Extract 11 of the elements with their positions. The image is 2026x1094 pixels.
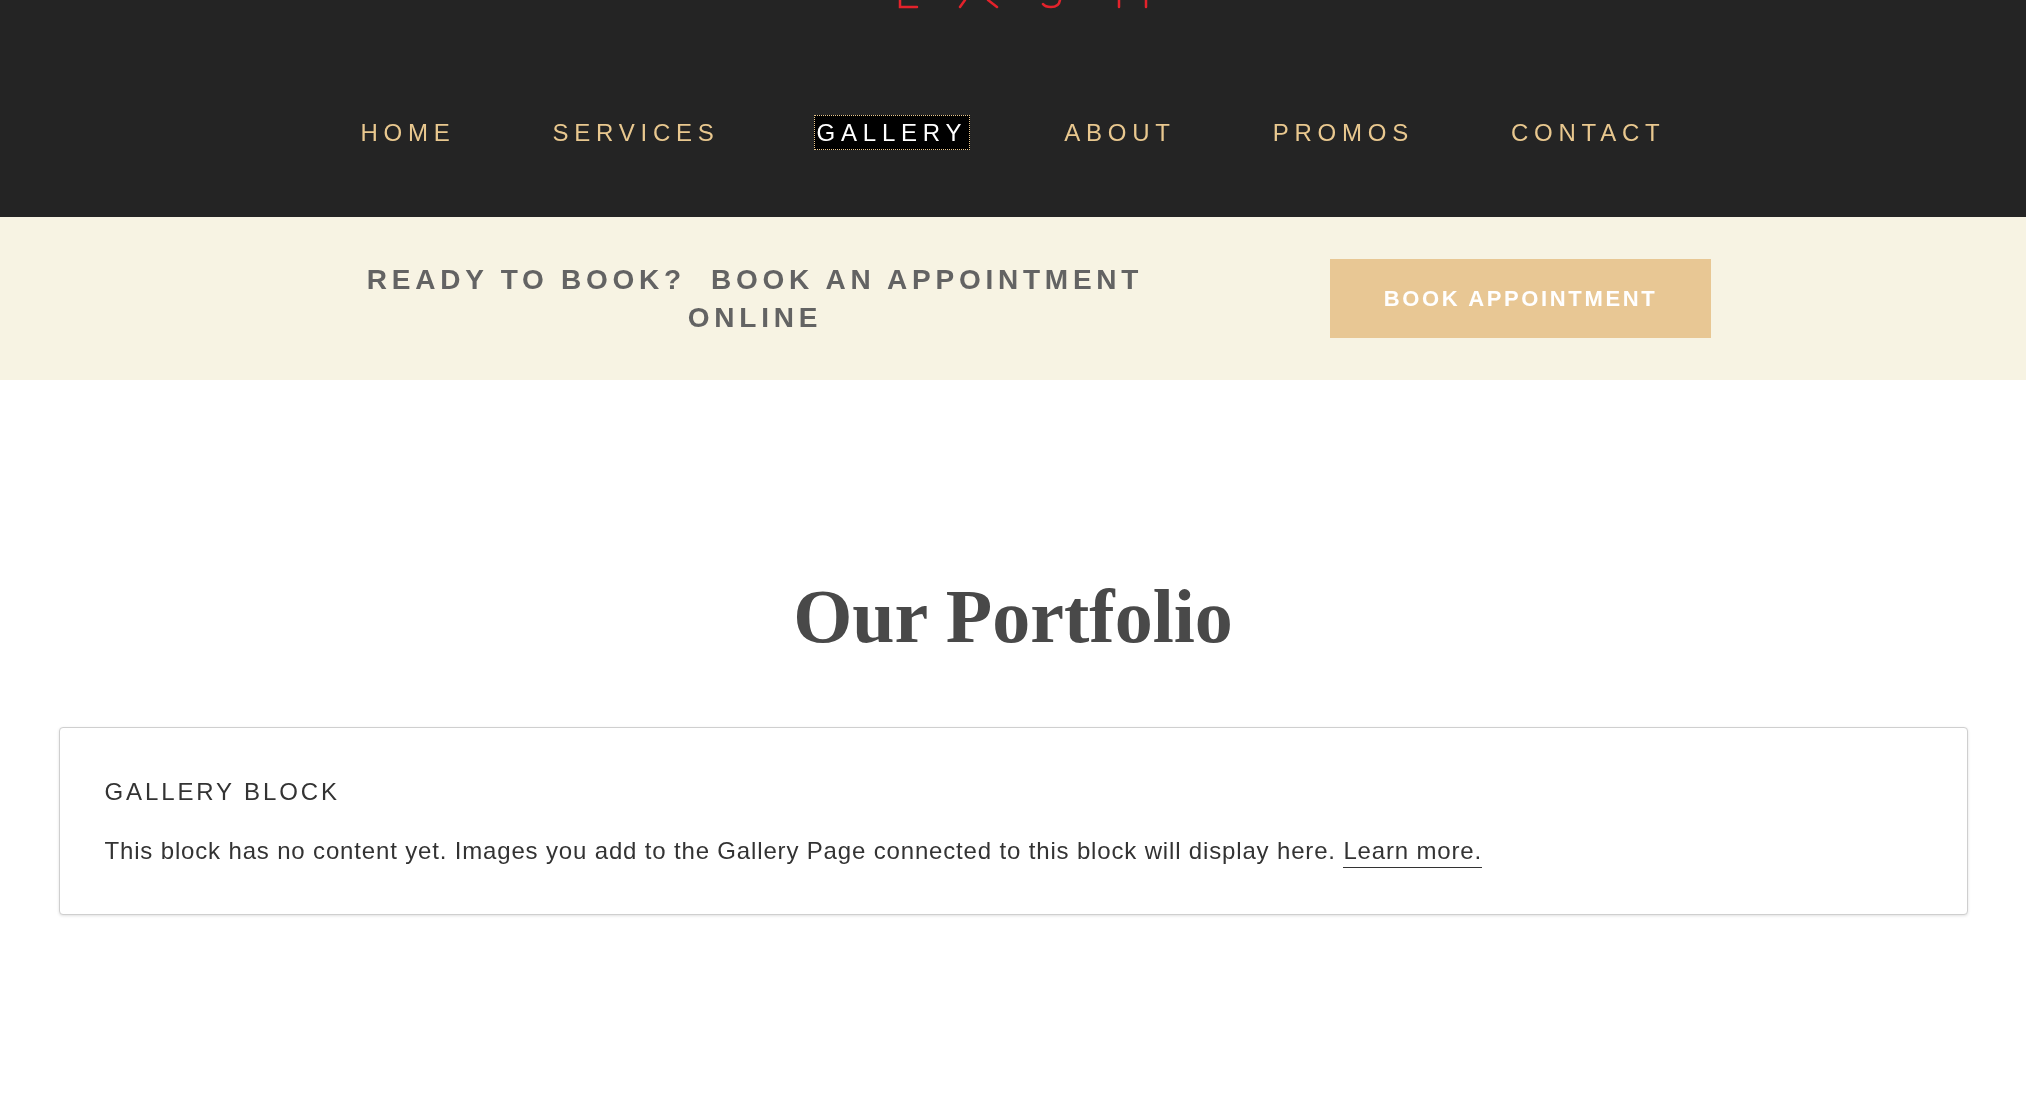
empty-gallery-message: This block has no content yet. Images you add to the Gallery Page connected to this block will display here. Learn more. (104, 836, 1967, 867)
nav-link[interactable]: ABOUT (1061, 115, 1179, 150)
block-title: GALLERY BLOCK (104, 778, 341, 807)
nav-link[interactable]: CONTACT (1507, 115, 1669, 150)
nav-link[interactable]: GALLERY (813, 115, 971, 150)
learn-more-link[interactable]: Learn more. (1343, 837, 1482, 869)
page-heading: Our Portfolio (793, 573, 1233, 660)
nav-link[interactable]: SERVICES (549, 115, 723, 150)
booking-prompt: READY TO BOOK? BOOK AN APPOINTMENT ONLINE (365, 262, 1145, 335)
nav-link[interactable]: PROMOS (1269, 115, 1417, 150)
nav-link[interactable]: HOME (357, 115, 459, 150)
